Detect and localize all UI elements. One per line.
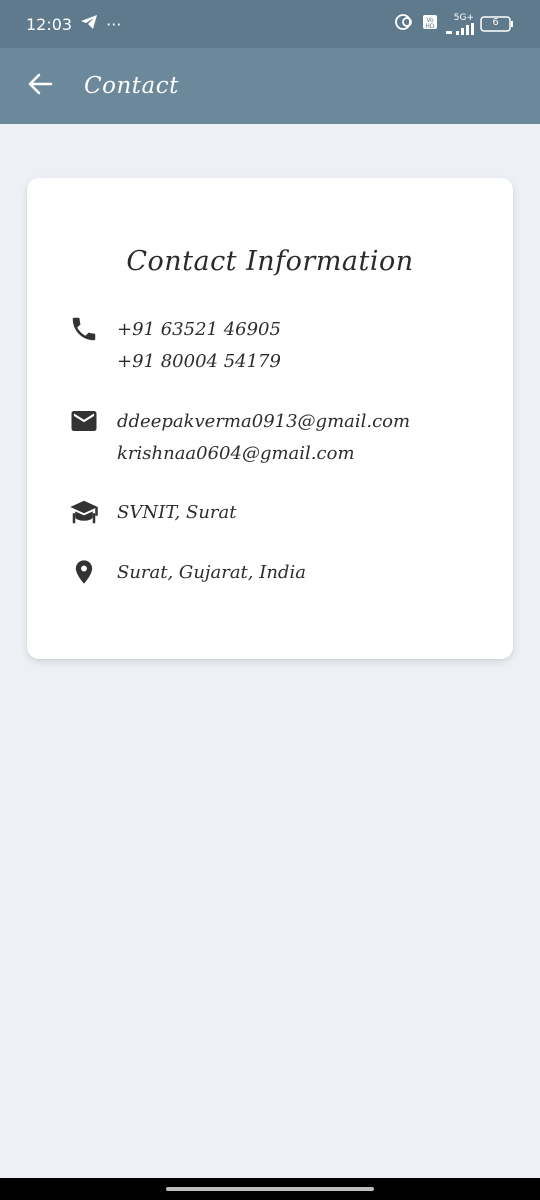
mail-icon	[67, 406, 101, 438]
phone-row: +91 63521 46905 +91 80004 54179	[67, 314, 281, 378]
app-bar: Contact	[0, 48, 540, 124]
location-list: Surat, Gujarat, India	[117, 557, 306, 589]
home-indicator[interactable]	[166, 1187, 374, 1191]
status-bar: 12:03 ··· Vo HD 5G+ 6	[0, 0, 540, 48]
location-text: Surat, Gujarat, India	[117, 562, 306, 583]
back-button[interactable]	[10, 56, 70, 116]
battery-level: 6	[492, 17, 499, 28]
card-title: Contact Information	[126, 246, 414, 277]
education-list: SVNIT, Surat	[117, 497, 237, 529]
education-row: SVNIT, Surat	[67, 497, 237, 529]
link-icon	[394, 13, 416, 35]
email-address-2[interactable]: krishnaa0604@gmail.com	[117, 438, 410, 470]
phone-icon	[67, 314, 101, 346]
phone-number-1[interactable]: +91 63521 46905	[117, 314, 281, 346]
phone-number-2[interactable]: +91 80004 54179	[117, 346, 281, 378]
email-list: ddeepakverma0913@gmail.com krishnaa0604@…	[117, 406, 410, 470]
status-left: 12:03 ···	[26, 14, 121, 34]
phone-list: +91 63521 46905 +91 80004 54179	[117, 314, 281, 378]
volte-icon: Vo HD	[422, 13, 438, 35]
location-row: Surat, Gujarat, India	[67, 557, 306, 589]
graduation-cap-icon	[67, 497, 101, 529]
education-text: SVNIT, Surat	[117, 502, 237, 523]
more-notifications-icon: ···	[106, 14, 122, 34]
system-nav-bar	[0, 1178, 540, 1200]
contact-card: Contact Information +91 63521 46905 +91 …	[27, 178, 513, 659]
battery-icon: 6	[480, 16, 514, 32]
email-row: ddeepakverma0913@gmail.com krishnaa0604@…	[67, 406, 410, 470]
location-pin-icon	[67, 557, 101, 589]
status-right: Vo HD 5G+ 6	[394, 13, 514, 35]
page-title: Contact	[84, 73, 179, 99]
signal-icon: 5G+	[444, 12, 474, 35]
network-type-label: 5G+	[453, 12, 474, 23]
status-time: 12:03	[26, 14, 73, 34]
telegram-icon	[80, 14, 98, 34]
email-address-1[interactable]: ddeepakverma0913@gmail.com	[117, 406, 410, 438]
svg-text:HD: HD	[425, 23, 435, 30]
arrow-left-icon	[27, 73, 53, 99]
